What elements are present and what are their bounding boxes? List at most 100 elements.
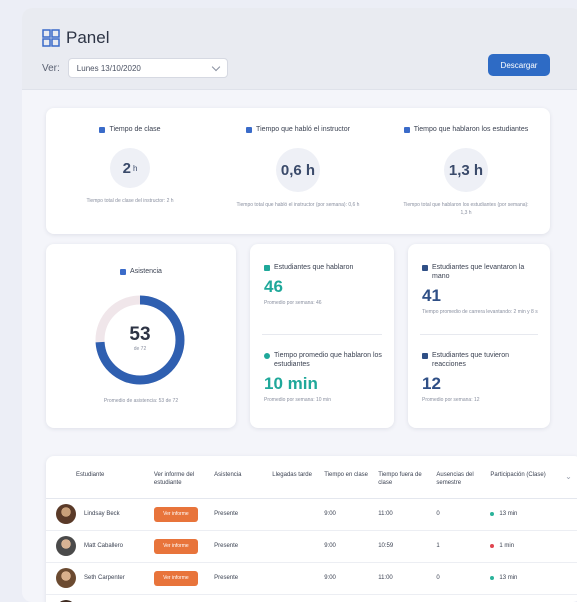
metric-label: Estudiantes que levantaron la mano	[432, 264, 525, 280]
column-header[interactable]: Participación (Clase)	[486, 456, 562, 499]
student-name: Matt Caballero	[84, 543, 124, 550]
stat-label: Tiempo de clase	[109, 126, 161, 133]
in-class-cell: 9:00	[320, 498, 375, 531]
stat-value: 0,6 h	[280, 161, 316, 179]
attendance-icon	[120, 268, 127, 275]
megaphone-icon	[246, 127, 253, 134]
attendance-note: Promedio de asistencia: 53 de 72	[103, 398, 179, 404]
participation-cell: 1 min	[499, 543, 515, 550]
dashboard-frame: Panel Ver: Lunes 13/10/2020 Descargar Ti…	[22, 8, 577, 602]
table-row[interactable]: Seth Carpenter Ver informe Presente 9:00…	[46, 562, 577, 595]
title-row: Panel	[42, 28, 109, 48]
students-table: Estudiante Ver informe del estudiante As…	[46, 456, 577, 602]
date-select[interactable]: Lunes 13/10/2020	[67, 58, 228, 78]
stat-value: 1,3 h	[448, 161, 484, 179]
view-label: Ver:	[42, 62, 60, 74]
stat-value-bubble: 0,6 h	[276, 148, 320, 193]
stat-unit: h	[132, 163, 138, 173]
metric-value: 41	[422, 285, 441, 305]
participation-cell: 13 min	[499, 511, 518, 518]
status-dot	[490, 544, 495, 549]
panel-icon	[42, 29, 60, 47]
chevron-down-icon	[211, 62, 221, 71]
students-table-card: Estudiante Ver informe del estudiante As…	[46, 456, 577, 602]
divider	[262, 334, 382, 335]
reaction-icon	[422, 353, 428, 359]
table-header-row: Estudiante Ver informe del estudiante As…	[46, 456, 577, 499]
view-report-button[interactable]: Ver informe	[153, 506, 198, 522]
attendance-cell: Presente	[210, 530, 269, 563]
metric-note: Promedio por semana: 12	[422, 396, 480, 403]
engagement-metrics-card: Estudiantes que levantaron la mano 41 Ti…	[408, 244, 550, 428]
calendar-icon	[99, 127, 106, 134]
download-button[interactable]: Descargar	[488, 54, 550, 76]
in-class-cell: 9:00	[320, 562, 375, 595]
student-name: Seth Carpenter	[84, 575, 125, 582]
stat-value-bubble: 1,3 h	[444, 148, 488, 193]
metric-value: 46	[264, 276, 283, 296]
view-selector-row: Ver: Lunes 13/10/2020	[42, 58, 228, 78]
talk-metrics-card: Estudiantes que hablaron 46 Promedio por…	[250, 244, 394, 428]
out-class-cell: 10:59	[374, 530, 433, 563]
stat-label: Tiempo que habló el instructor	[256, 126, 350, 133]
stat-class-time: Tiempo de clase 2h Tiempo total de clase…	[46, 108, 214, 234]
page-title: Panel	[66, 28, 110, 47]
clock-icon	[264, 353, 270, 359]
chevron-down-icon: ⌄	[565, 472, 572, 481]
stat-students-talk: Tiempo que hablaron los estudiantes 1,3 …	[382, 108, 550, 234]
class-time-summary: Tiempo de clase 2h Tiempo total de clase…	[46, 108, 550, 234]
avatar	[56, 568, 76, 589]
page-header: Panel Ver: Lunes 13/10/2020 Descargar	[22, 8, 577, 90]
table-row[interactable]: Lindsay Beck Ver informe Presente 9:00 1…	[46, 498, 577, 531]
metric-label: Estudiantes que hablaron	[274, 264, 354, 271]
metric-value: 12	[422, 373, 441, 393]
stat-value: 2	[122, 159, 131, 177]
metric-note: Tiempo promedio de carrera levantando: 2…	[422, 308, 538, 315]
date-select-value: Lunes 13/10/2020	[76, 63, 141, 73]
column-header[interactable]: Llegadas tarde	[268, 456, 321, 499]
metric-value: 10 min	[264, 373, 318, 393]
absences-cell: 0	[432, 562, 487, 595]
metric-note: Promedio por semana: 46	[264, 299, 322, 306]
absences-cell: 1	[432, 530, 487, 563]
stat-note: Tiempo total de clase del instructor: 2 …	[86, 198, 174, 205]
in-class-cell: 9:00	[320, 530, 375, 563]
view-report-button[interactable]: Ver informe	[153, 538, 198, 554]
attendance-label: Asistencia	[130, 268, 162, 275]
stat-instructor-talk: Tiempo que habló el instructor 0,6 h Tie…	[214, 108, 382, 234]
person-icon	[403, 127, 410, 134]
status-dot	[490, 512, 495, 517]
absences-cell: 0	[432, 498, 487, 531]
late-cell	[268, 498, 321, 531]
participation-cell: 13 min	[499, 575, 518, 582]
attendance-cell: Presente	[210, 498, 269, 531]
column-header[interactable]: Asistencia	[210, 456, 269, 499]
column-header[interactable]: Tiempo en clase	[320, 456, 375, 499]
avatar	[56, 504, 76, 525]
attendance-sub: de 72	[133, 346, 147, 352]
metric-label: Tiempo promedio que hablaron los estudia…	[274, 352, 382, 368]
megaphone-icon	[264, 265, 270, 271]
status-dot	[490, 576, 495, 581]
out-class-cell: 11:00	[374, 498, 433, 531]
divider	[420, 334, 538, 335]
table-row[interactable]	[46, 594, 577, 602]
late-cell	[268, 530, 321, 563]
metric-reactions: Estudiantes que tuvieron reacciones 12 P…	[422, 352, 540, 404]
column-header[interactable]: Ausencias del semestre	[432, 456, 487, 499]
avatar	[56, 536, 76, 557]
table-row[interactable]: Matt Caballero Ver informe Presente 9:00…	[46, 530, 577, 563]
late-cell	[268, 562, 321, 595]
scroll-column: ⌄	[561, 456, 577, 499]
view-report-button[interactable]: Ver informe	[153, 570, 198, 586]
metric-note: Promedio por semana: 10 min	[264, 396, 331, 403]
stat-note: Tiempo total que habló el instructor (po…	[236, 202, 360, 209]
metric-label: Estudiantes que tuvieron reacciones	[432, 352, 510, 368]
hand-icon	[422, 265, 428, 271]
metric-students-talked: Estudiantes que hablaron 46 Promedio por…	[264, 264, 382, 307]
attendance-card: Asistencia 53 de 72 Promedio de asistenc…	[46, 244, 236, 428]
column-header[interactable]: Estudiante	[46, 456, 150, 499]
stat-value-bubble: 2h	[110, 148, 150, 189]
column-header[interactable]: Ver informe del estudiante	[149, 456, 211, 499]
column-header[interactable]: Tiempo fuera de clase	[374, 456, 433, 499]
